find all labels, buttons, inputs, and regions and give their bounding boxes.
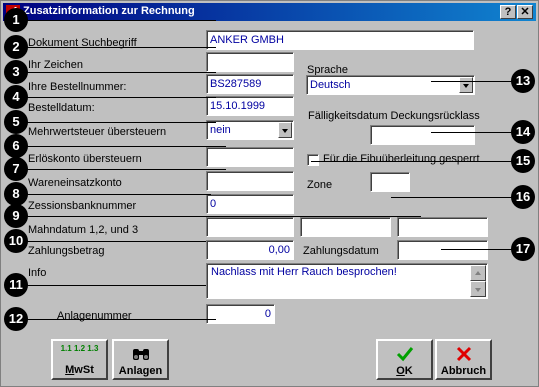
callout-badge: 13 xyxy=(511,69,535,93)
cancel-x-icon xyxy=(456,346,471,362)
wareneinsatzkonto-field[interactable] xyxy=(206,171,294,191)
ihr-zeichen-field[interactable] xyxy=(206,52,294,72)
ok-button[interactable]: OK xyxy=(376,339,433,380)
callout-line-9 xyxy=(21,216,421,217)
zessionsbanknummer-field[interactable]: 0 xyxy=(206,194,294,214)
callout-line-3 xyxy=(21,72,216,73)
callout-line-7 xyxy=(21,169,226,170)
label-erloeskonto: Erlöskonto übersteuern xyxy=(28,153,142,165)
mwst-icon-text: 1.1 1.2 1.3 xyxy=(60,344,99,353)
callout-line-10 xyxy=(21,241,206,242)
label-bestelldatum: Bestelldatum: xyxy=(28,102,95,114)
callout-line-15 xyxy=(311,161,521,162)
chevron-down-icon[interactable] xyxy=(459,77,473,93)
info-text: Nachlass mit Herr Rauch besprochen! xyxy=(211,266,397,278)
label-wareneinsatzkonto: Wareneinsatzkonto xyxy=(28,177,122,189)
callout-line-14 xyxy=(431,132,521,133)
mwst-uebersteuern-value: nein xyxy=(210,124,231,136)
callout-badge: 16 xyxy=(511,185,535,209)
binoculars-icon xyxy=(132,349,149,360)
callout-line-1 xyxy=(21,20,216,21)
callout-line-13 xyxy=(431,81,521,82)
label-zessionsbanknummer: Zessionsbanknummer xyxy=(28,200,137,212)
mahndatum-1-field[interactable] xyxy=(206,217,294,237)
callout-badge: 14 xyxy=(511,120,535,144)
callout-line-6 xyxy=(21,146,226,147)
label-mahndatum: Mahndatum 1,2, und 3 xyxy=(28,224,139,236)
scroll-up-icon[interactable] xyxy=(470,265,486,281)
callout-line-5 xyxy=(21,122,216,123)
callout-line-12 xyxy=(21,319,216,320)
callout-line-17 xyxy=(441,249,521,250)
callout-badge: 5 xyxy=(4,110,28,134)
zone-field[interactable] xyxy=(370,172,410,192)
callout-badge: 15 xyxy=(511,149,535,173)
mwst-uebersteuern-select[interactable]: nein xyxy=(206,120,294,140)
label-zone: Zone xyxy=(307,179,333,191)
label-info: Info xyxy=(28,267,47,279)
window-title: Zusatzinformation zur Rechnung xyxy=(23,5,195,17)
anlagen-label: Anlagen xyxy=(118,365,163,377)
label-anlagennummer: Anlagenummer xyxy=(57,310,132,322)
faelligkeitsdatum-field[interactable] xyxy=(370,125,475,145)
label-zahlungsbetrag: Zahlungsbetrag xyxy=(28,245,105,257)
fibu-gesperrt-checkbox[interactable] xyxy=(307,154,319,166)
mahndatum-3-field[interactable] xyxy=(397,217,488,237)
tax-rates-icon: 1.1 1.2 1.3 xyxy=(53,344,106,364)
label-mwst-uebersteuern: Mehrwertsteuer übersteuern xyxy=(28,126,167,138)
callout-badge: 7 xyxy=(4,157,28,181)
ok-label-underlined: O xyxy=(396,365,405,377)
close-button[interactable]: ✕ xyxy=(517,5,533,19)
sprache-select[interactable]: Deutsch xyxy=(306,75,475,95)
mahndatum-2-field[interactable] xyxy=(300,217,391,237)
callout-line-11 xyxy=(21,285,206,286)
callout-line-16 xyxy=(391,197,521,198)
mwst-button[interactable]: 1.1 1.2 1.3 MwSt xyxy=(51,339,108,380)
callout-badge: 1 xyxy=(4,8,28,32)
erloeskonto-field[interactable] xyxy=(206,147,294,167)
label-ihre-bestellnummer: Ihre Bestellnummer: xyxy=(28,81,127,93)
ok-label-rest: K xyxy=(404,365,413,377)
callout-badge: 3 xyxy=(4,60,28,84)
callout-badge: 9 xyxy=(4,204,28,228)
label-ihr-zeichen: Ihr Zeichen xyxy=(28,59,84,71)
callout-badge: 12 xyxy=(4,307,28,331)
anlagen-button[interactable]: Anlagen xyxy=(112,339,169,380)
sprache-value: Deutsch xyxy=(310,79,351,91)
title-bar[interactable]: Zusatzinformation zur Rechnung ? ✕ xyxy=(3,3,536,21)
callout-badge: 17 xyxy=(511,237,535,261)
anlagennummer-field[interactable]: 0 xyxy=(206,304,275,324)
callout-line-2 xyxy=(21,47,216,48)
mwst-label-rest: wSt xyxy=(74,364,94,376)
chevron-down-icon[interactable] xyxy=(278,122,292,138)
mwst-label-underlined: M xyxy=(65,364,75,376)
zahlungsbetrag-field[interactable]: 0,00 xyxy=(206,240,294,260)
help-button[interactable]: ? xyxy=(500,5,516,19)
label-faelligkeitsdatum: Fälligkeitsdatum Deckungsrücklass xyxy=(308,110,480,122)
dialog-window: Zusatzinformation zur Rechnung ? ✕ Dokum… xyxy=(0,0,539,387)
callout-badge: 8 xyxy=(4,182,28,206)
scroll-down-icon[interactable] xyxy=(470,281,486,297)
info-textarea[interactable]: Nachlass mit Herr Rauch besprochen! xyxy=(206,263,488,299)
callout-badge: 10 xyxy=(4,229,28,253)
callout-badge: 6 xyxy=(4,134,28,158)
abbruch-label: Abbruch xyxy=(440,365,487,377)
callout-badge: 4 xyxy=(4,85,28,109)
checkmark-icon xyxy=(396,347,413,362)
info-scrollbar[interactable] xyxy=(470,265,486,297)
label-zahlungsdatum: Zahlungsdatum xyxy=(303,245,379,257)
callout-line-4 xyxy=(21,97,216,98)
callout-badge: 11 xyxy=(4,273,28,297)
callout-line-8 xyxy=(21,194,211,195)
bestelldatum-field[interactable]: 15.10.1999 xyxy=(206,96,294,116)
ihre-bestellnummer-field[interactable]: BS287589 xyxy=(206,74,294,94)
callout-badge: 2 xyxy=(4,35,28,59)
dokument-suchbegriff-field[interactable]: ANKER GMBH xyxy=(206,30,474,50)
label-fibu-gesperrt: Für die Fibuüberleitung gesperrt xyxy=(323,153,480,165)
abbruch-button[interactable]: Abbruch xyxy=(435,339,492,380)
zahlungsdatum-field[interactable] xyxy=(397,240,488,260)
